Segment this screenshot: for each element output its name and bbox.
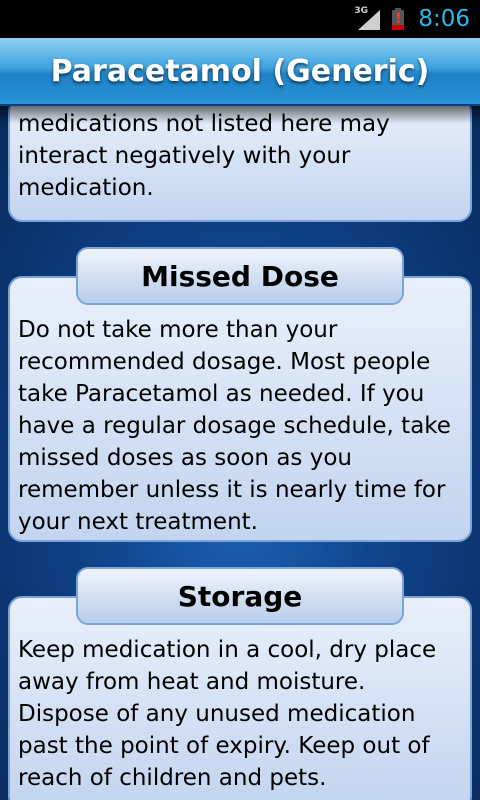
status-bar: 3G ! 8:06	[0, 0, 480, 38]
storage-card: Keep medication in a cool, dry place awa…	[8, 596, 472, 800]
interactions-text: medications not listed here may interact…	[18, 111, 390, 201]
content-scroll-area[interactable]: medications not listed here may interact…	[0, 106, 480, 800]
network-type-label: 3G	[354, 6, 368, 16]
missed-dose-card: Do not take more than your recommended d…	[8, 276, 472, 542]
battery-alert-icon: !	[392, 8, 405, 30]
signal-icon: 3G	[354, 6, 381, 30]
missed-dose-text: Do not take more than your recommended d…	[18, 317, 451, 535]
missed-dose-heading: Missed Dose	[141, 259, 339, 293]
storage-heading-tab: Storage	[76, 567, 404, 625]
title-bar: Paracetamol (Generic)	[0, 38, 480, 106]
status-time: 8:06	[418, 6, 470, 32]
interactions-card: medications not listed here may interact…	[8, 106, 472, 222]
missed-dose-heading-tab: Missed Dose	[76, 247, 404, 305]
storage-heading: Storage	[177, 579, 303, 613]
storage-text: Keep medication in a cool, dry place awa…	[18, 637, 437, 791]
page-title: Paracetamol (Generic)	[50, 53, 430, 89]
